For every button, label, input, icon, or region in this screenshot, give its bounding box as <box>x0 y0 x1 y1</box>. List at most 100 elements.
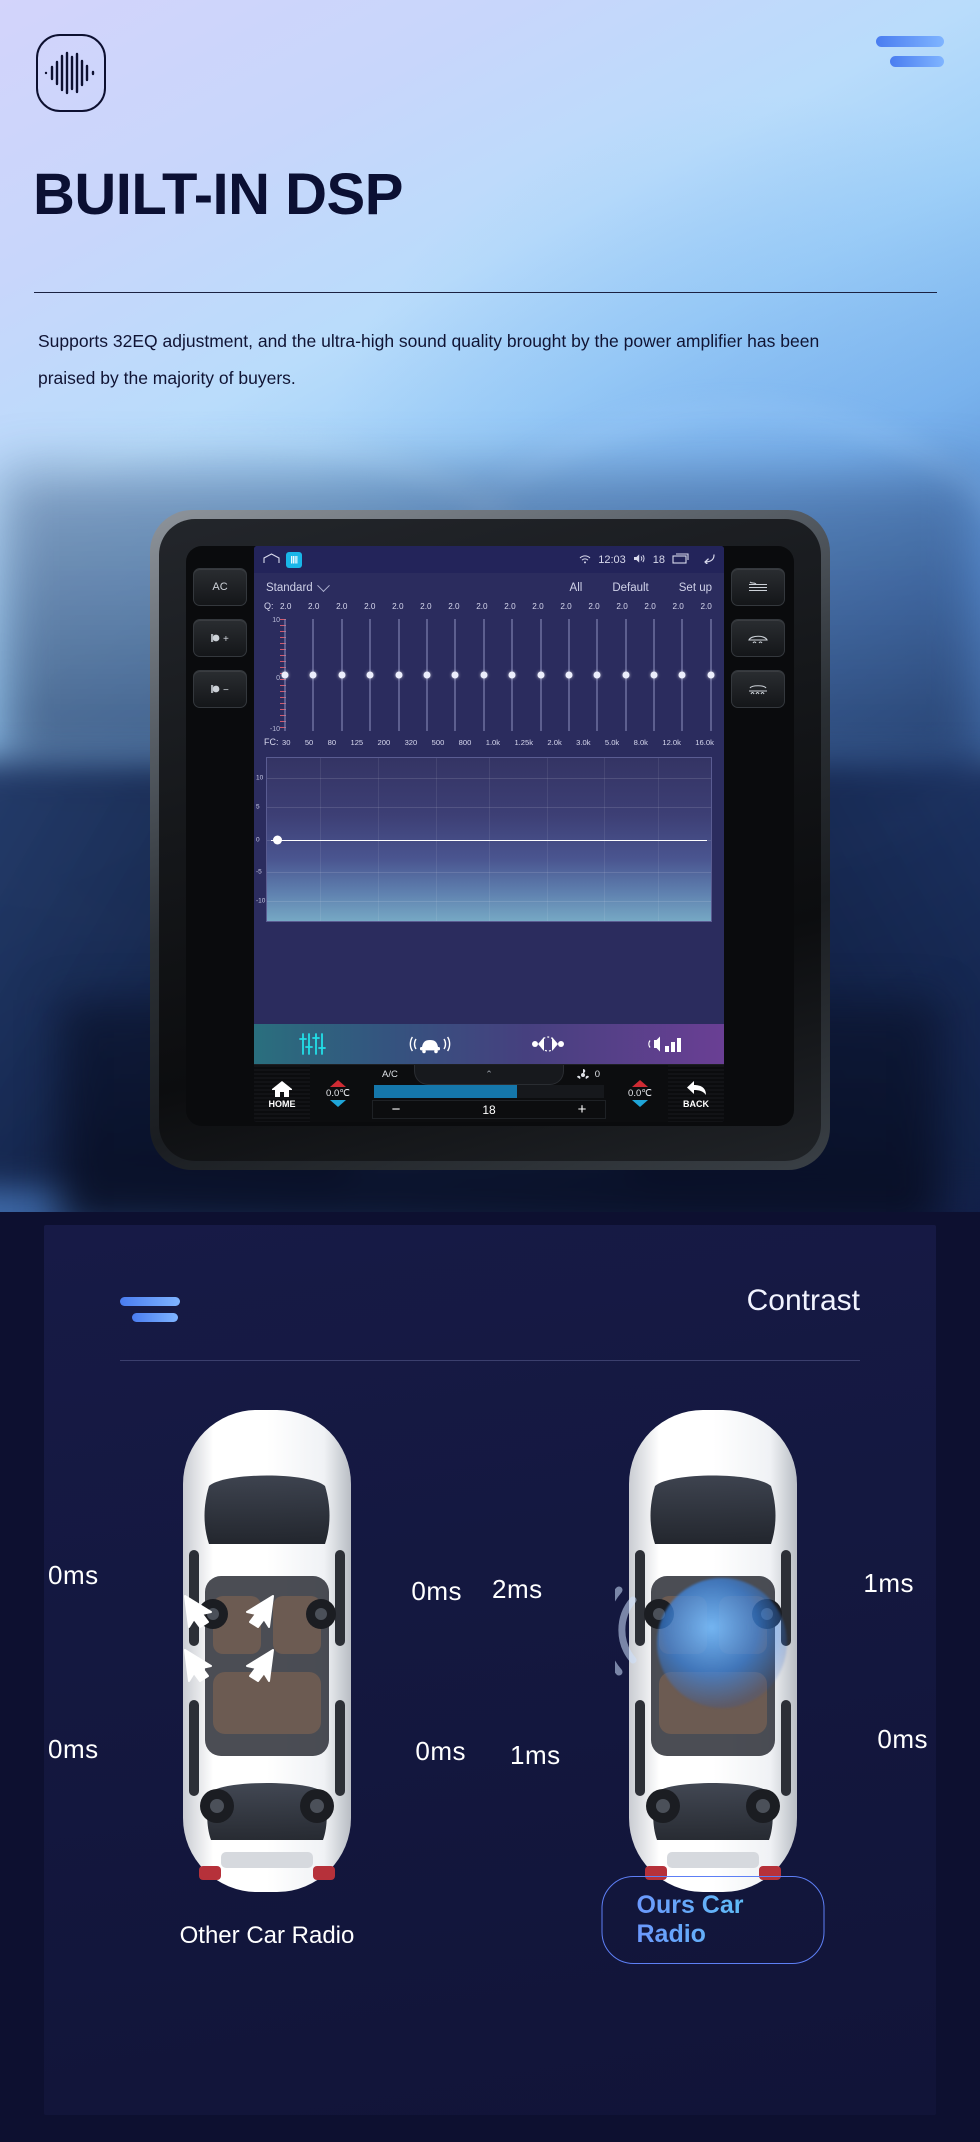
temp-up-icon[interactable] <box>330 1080 346 1087</box>
ours-car-label[interactable]: Ours Car Radio <box>601 1876 825 1964</box>
q-value[interactable]: 2.0 <box>364 602 375 611</box>
fc-label: FC: <box>264 737 279 747</box>
status-bar: |||| 12:03 18 <box>254 546 724 573</box>
curve-axis-tick: -10 <box>256 897 266 905</box>
fc-value[interactable]: 16.0k <box>695 739 714 747</box>
menu-lines-icon[interactable] <box>120 1297 180 1329</box>
temp-up-icon[interactable] <box>632 1080 648 1087</box>
ac-label[interactable]: A/C <box>366 1069 398 1080</box>
home-button[interactable]: HOME <box>254 1065 310 1122</box>
eq-setup-button[interactable]: Set up <box>679 582 712 594</box>
q-value[interactable]: 2.0 <box>588 602 599 611</box>
latency-rear-right: 0ms <box>415 1736 466 1766</box>
level-tab[interactable] <box>607 1033 725 1055</box>
eq-slider[interactable] <box>451 615 459 735</box>
fc-value[interactable]: 800 <box>459 738 472 747</box>
eq-slider[interactable] <box>565 615 573 735</box>
q-value[interactable]: 2.0 <box>392 602 403 611</box>
fc-value[interactable]: 125 <box>350 738 363 747</box>
q-value[interactable]: 2.0 <box>700 602 711 611</box>
fan-minus-button[interactable]: − <box>373 1101 419 1118</box>
menu-lines-icon[interactable] <box>876 36 944 76</box>
back-button[interactable]: BACK <box>668 1065 724 1122</box>
hero-description: Supports 32EQ adjustment, and the ultra-… <box>38 331 820 388</box>
hero-divider <box>34 292 937 293</box>
rear-defog-icon[interactable] <box>731 568 785 606</box>
q-value[interactable]: 2.0 <box>504 602 515 611</box>
left-temp-control[interactable]: 0.0℃ <box>310 1065 366 1122</box>
q-value[interactable]: 2.0 <box>448 602 459 611</box>
eq-default-button[interactable]: Default <box>612 582 648 594</box>
car-topview-ours <box>615 1400 811 1900</box>
front-defog-icon[interactable] <box>731 619 785 657</box>
fc-value[interactable]: 1.25k <box>514 739 533 747</box>
home-outline-icon[interactable] <box>263 552 280 567</box>
eq-slider[interactable] <box>338 615 346 735</box>
fan-value: 0 <box>594 1069 600 1080</box>
recents-icon[interactable] <box>672 552 690 567</box>
curve-axis-tick: 5 <box>256 803 260 811</box>
q-value[interactable]: 2.0 <box>476 602 487 611</box>
eq-slider[interactable] <box>622 615 630 735</box>
eq-slider[interactable] <box>537 615 545 735</box>
fc-value[interactable]: 2.0k <box>547 738 561 747</box>
back-arrow-icon[interactable] <box>697 553 715 567</box>
eq-slider[interactable] <box>309 615 317 735</box>
fc-value[interactable]: 50 <box>305 738 313 747</box>
fc-value[interactable]: 320 <box>405 738 418 747</box>
eq-slider[interactable] <box>366 615 374 735</box>
eq-slider[interactable] <box>650 615 658 735</box>
q-value[interactable]: 2.0 <box>280 602 291 611</box>
right-temp-control[interactable]: 0.0℃ <box>612 1065 668 1122</box>
fan-plus-button[interactable]: + <box>559 1101 605 1118</box>
temp-down-icon[interactable] <box>632 1100 648 1107</box>
fc-value[interactable]: 30 <box>282 738 290 747</box>
eq-all-button[interactable]: All <box>570 582 583 594</box>
equalizer-tab[interactable] <box>254 1032 372 1056</box>
fan-down-icon[interactable]: − <box>193 670 247 708</box>
sound-field-tab[interactable] <box>372 1033 490 1055</box>
comparison-row: 0ms 0ms 0ms 0ms Other Car Radio 2ms 1ms … <box>44 1390 936 1964</box>
fan-up-icon[interactable]: + <box>193 619 247 657</box>
eq-slider[interactable] <box>395 615 403 735</box>
eq-slider[interactable] <box>593 615 601 735</box>
q-value[interactable]: 2.0 <box>420 602 431 611</box>
q-value[interactable]: 2.0 <box>532 602 543 611</box>
fc-value[interactable]: 1.0k <box>486 738 500 747</box>
q-value[interactable]: 2.0 <box>336 602 347 611</box>
q-value[interactable]: 2.0 <box>672 602 683 611</box>
app-icon[interactable]: |||| <box>286 551 302 568</box>
fc-value[interactable]: 12.0k <box>662 739 681 747</box>
eq-slider[interactable] <box>281 615 289 735</box>
q-value[interactable]: 2.0 <box>560 602 571 611</box>
slider-axis-tick: 10 <box>272 617 280 624</box>
defrost-icon[interactable] <box>731 670 785 708</box>
fc-value[interactable]: 3.0k <box>576 738 590 747</box>
eq-slider[interactable] <box>678 615 686 735</box>
balance-fader-tab[interactable] <box>489 1033 607 1055</box>
fc-value[interactable]: 200 <box>378 738 391 747</box>
volume-icon <box>633 553 646 567</box>
fc-value[interactable]: 80 <box>328 738 336 747</box>
contrast-title: Contrast <box>746 1284 860 1317</box>
ac-button[interactable]: AC <box>193 568 247 606</box>
fc-value[interactable]: 5.0k <box>605 738 619 747</box>
slider-columns <box>281 615 715 735</box>
eq-response-curve[interactable]: 10 5 0 -5 -10 <box>256 757 712 922</box>
q-value[interactable]: 2.0 <box>644 602 655 611</box>
fc-value[interactable]: 500 <box>432 738 445 747</box>
eq-slider[interactable] <box>423 615 431 735</box>
q-values-row: Q: 2.0 2.0 2.0 2.0 2.0 2.0 2.0 2.0 2.0 2… <box>254 598 724 611</box>
eq-slider[interactable] <box>508 615 516 735</box>
fc-value[interactable]: 8.0k <box>634 738 648 747</box>
preset-selector[interactable]: Standard <box>266 578 330 594</box>
fan-level-bar[interactable] <box>374 1085 604 1098</box>
q-value[interactable]: 2.0 <box>616 602 627 611</box>
eq-slider[interactable] <box>707 615 715 735</box>
hvac-top-row: A/C ⌃ 0 <box>366 1065 612 1085</box>
temp-down-icon[interactable] <box>330 1100 346 1107</box>
eq-curve-handle[interactable] <box>273 835 282 844</box>
other-car-cell: 0ms 0ms 0ms 0ms Other Car Radio <box>44 1390 490 1950</box>
q-value[interactable]: 2.0 <box>308 602 319 611</box>
eq-slider[interactable] <box>480 615 488 735</box>
